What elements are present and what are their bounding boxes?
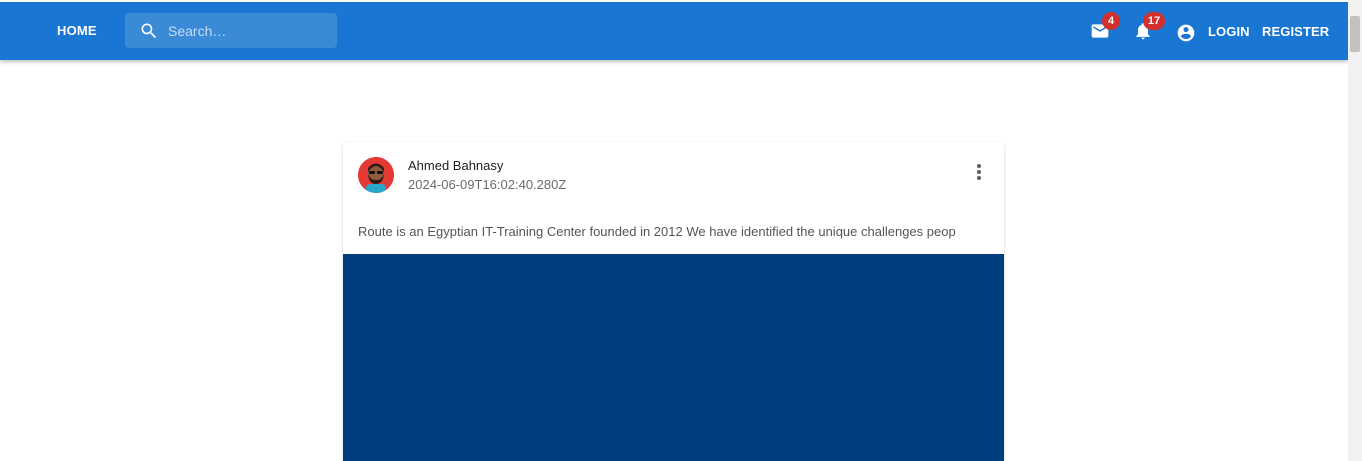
page: HOME 4 17 LOGIN REGISTER xyxy=(0,0,1362,461)
more-dot xyxy=(977,164,981,168)
more-dot xyxy=(977,176,981,180)
mail-button[interactable]: 4 xyxy=(1084,12,1120,47)
avatar-illustration xyxy=(358,157,394,193)
home-button[interactable]: HOME xyxy=(45,16,109,46)
post-media[interactable] xyxy=(343,254,1004,461)
post-timestamp: 2024-06-09T16:02:40.280Z xyxy=(408,177,567,192)
account-circle-icon[interactable] xyxy=(1176,23,1196,43)
scrollbar[interactable] xyxy=(1348,0,1362,461)
post-card: Ahmed Bahnasy 2024-06-09T16:02:40.280Z R… xyxy=(343,142,1004,461)
search-icon xyxy=(141,23,157,39)
avatar[interactable] xyxy=(358,157,394,193)
mail-badge: 4 xyxy=(1102,12,1120,30)
scrollbar-thumb[interactable] xyxy=(1350,16,1360,52)
more-dot xyxy=(977,170,981,174)
app-bar: HOME 4 17 LOGIN REGISTER xyxy=(0,2,1348,60)
search-input[interactable] xyxy=(168,13,328,48)
notifications-button[interactable]: 17 xyxy=(1127,12,1165,47)
register-link[interactable]: REGISTER xyxy=(1262,24,1329,39)
more-vert-icon[interactable] xyxy=(965,158,993,186)
login-link[interactable]: LOGIN xyxy=(1208,24,1250,39)
search-box[interactable] xyxy=(125,13,337,48)
notifications-badge: 17 xyxy=(1143,12,1165,30)
post-author[interactable]: Ahmed Bahnasy xyxy=(408,158,503,173)
post-text: Route is an Egyptian IT-Training Center … xyxy=(358,224,956,239)
